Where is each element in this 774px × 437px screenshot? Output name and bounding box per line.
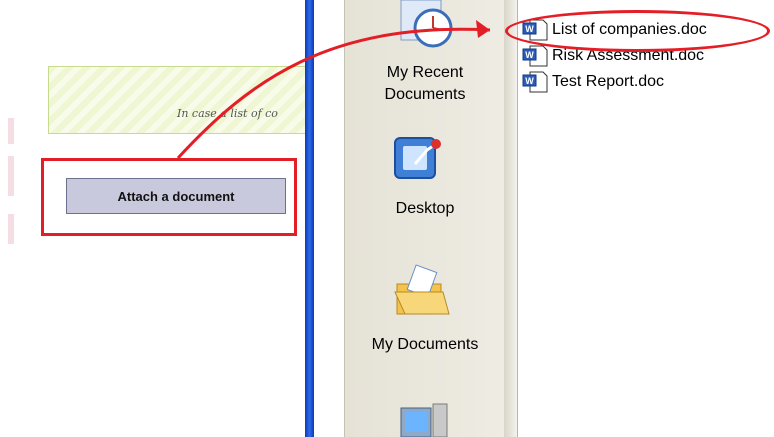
annotation-arrow <box>176 20 491 160</box>
